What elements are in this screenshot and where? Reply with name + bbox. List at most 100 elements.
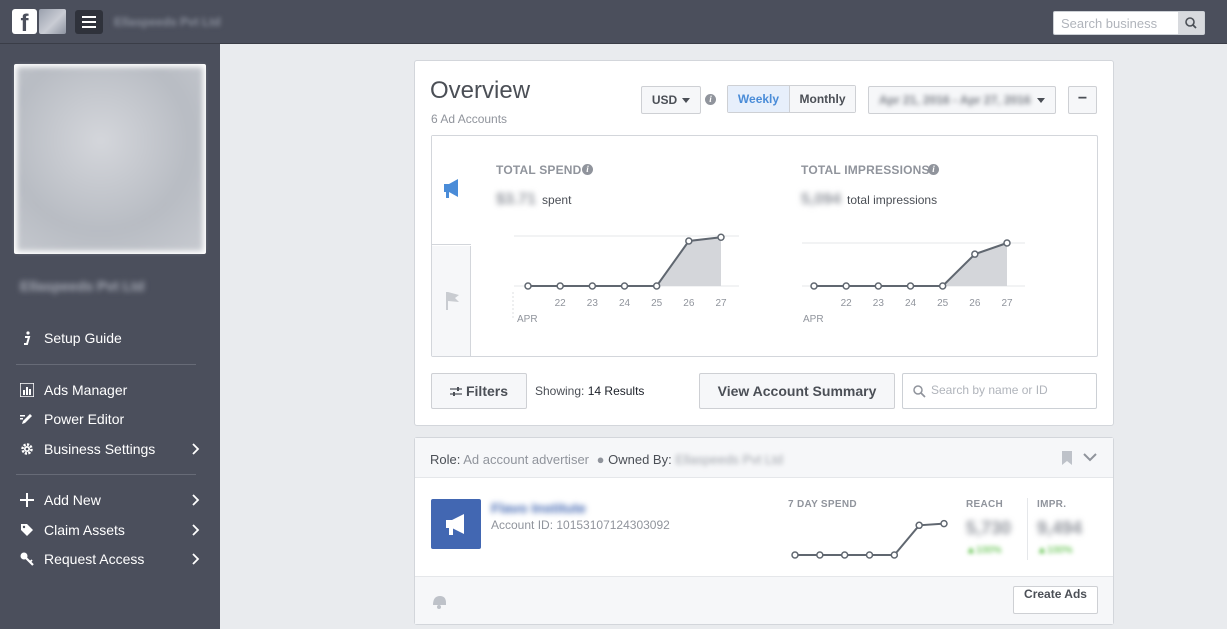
chevron-down-icon[interactable] [1083, 453, 1097, 463]
data-point [816, 551, 824, 559]
ad-account-name[interactable]: Flavo Institute [491, 500, 586, 516]
series-area [814, 243, 1007, 286]
chevron-right-icon [192, 553, 200, 565]
business-search [1053, 11, 1205, 35]
data-point [556, 282, 564, 290]
data-point [717, 233, 725, 241]
megaphone-icon [444, 179, 458, 198]
filters-button[interactable]: Filters [431, 373, 527, 409]
data-point [840, 551, 849, 559]
plus-icon [20, 493, 34, 507]
search-icon [913, 385, 926, 398]
sidebar-item-request-access[interactable]: Request Access [16, 547, 202, 571]
data-point [791, 551, 799, 559]
account-search [902, 373, 1097, 409]
sliders-icon [449, 387, 462, 397]
total-spend-value: $3.71 spent [496, 191, 572, 208]
data-point [971, 250, 979, 258]
sidebar-item-label: Ads Manager [44, 382, 128, 398]
role-info: Role: Ad account advertiser ● Owned By: … [430, 452, 784, 467]
role-value: Ad account advertiser [463, 452, 589, 467]
account-search-input[interactable] [931, 383, 1091, 397]
stats-panel: TOTAL SPEND i $3.71 spent TOTAL IMPRESSIO… [431, 135, 1098, 357]
stats-divider [1027, 498, 1028, 560]
sidebar-item-claim-assets[interactable]: Claim Assets [16, 518, 202, 542]
business-thumbnail[interactable] [39, 9, 66, 34]
data-point [940, 519, 948, 528]
tab-ads-stats[interactable] [432, 136, 471, 245]
data-point [938, 282, 947, 290]
sidebar-item-label: Business Settings [44, 441, 156, 457]
reach-label: REACH [966, 499, 1004, 510]
menu-icon-bar [82, 26, 96, 28]
info-icon[interactable]: i [705, 94, 716, 105]
bookmark-icon[interactable] [1061, 451, 1073, 466]
business-search-input[interactable] [1054, 12, 1178, 34]
currency-dropdown[interactable]: USD [641, 86, 701, 114]
x-tick-label: 23 [587, 298, 599, 309]
chevron-right-icon [192, 494, 200, 506]
data-point [1003, 239, 1011, 247]
date-range-dropdown[interactable]: Apr 21, 2016 - Apr 27, 2016 [868, 86, 1056, 114]
gear-icon [21, 443, 33, 455]
facebook-logo-icon[interactable]: f [12, 9, 37, 34]
data-point [874, 282, 883, 290]
chevron-right-icon [192, 524, 200, 536]
impressions-label: IMPR. [1037, 499, 1067, 510]
x-tick-label: 25 [937, 298, 949, 309]
seven-day-spend-chart [791, 519, 948, 559]
tag-icon [21, 524, 33, 536]
data-point [524, 282, 532, 290]
total-impressions-value: 5,094 total impressions [801, 191, 938, 208]
x-tick-label: 26 [683, 298, 695, 309]
sidebar-divider [16, 474, 196, 475]
business-name[interactable]: Ellaspeeds Pvt Ltd [114, 15, 221, 29]
total-spend-title: TOTAL SPEND [496, 163, 582, 177]
x-tick-label: 26 [969, 298, 981, 309]
data-point [906, 282, 915, 290]
data-point [915, 521, 923, 530]
sidebar-item-setup-guide[interactable]: Setup Guide [16, 326, 202, 350]
weekly-button[interactable]: Weekly [728, 86, 790, 112]
top-bar: f Ellaspeeds Pvt Ltd [0, 0, 1227, 44]
tab-pages-stats[interactable] [432, 246, 471, 356]
sidebar-item-add-new[interactable]: Add New [16, 488, 202, 512]
info-icon[interactable]: i [582, 164, 593, 175]
impressions-change: ▲100% [1037, 545, 1073, 556]
search-icon [1185, 17, 1197, 29]
sidebar-divider [16, 364, 196, 365]
x-tick-label: 27 [1001, 298, 1013, 309]
impressions-value: 9,494 [1037, 518, 1083, 538]
caret-down-icon [1037, 98, 1045, 103]
collapse-button[interactable]: − [1068, 86, 1097, 114]
month-label: APR [803, 314, 824, 325]
sidebar-item-label: Setup Guide [44, 330, 122, 346]
profile-name[interactable]: Ellaspeeds Pvt Ltd [20, 278, 144, 294]
total-spend-chart: 02222324252627APR [512, 233, 739, 325]
sidebar-item-business-settings[interactable]: Business Settings [16, 437, 202, 461]
ad-account-icon[interactable] [431, 499, 481, 549]
series-line [795, 522, 945, 556]
search-button[interactable] [1178, 12, 1204, 34]
caret-down-icon [682, 98, 691, 104]
ad-accounts-count: 6 Ad Accounts [431, 112, 508, 126]
ad-account-id: Account ID: 10153107124303092 [491, 518, 670, 532]
view-account-summary-button[interactable]: View Account Summary [699, 373, 895, 409]
create-ads-button[interactable]: Create Ads [1013, 586, 1098, 614]
bar-chart-icon [20, 383, 34, 397]
sidebar-item-label: Power Editor [44, 411, 125, 427]
period-toggle: Weekly Monthly [727, 85, 856, 113]
total-impressions-chart: 05,000222324252627APR [802, 239, 1025, 325]
notification-bell-icon[interactable] [430, 593, 448, 609]
sidebar-item-label: Add New [44, 492, 101, 508]
sidebar-item-power-editor[interactable]: Power Editor [16, 407, 202, 431]
monthly-button[interactable]: Monthly [790, 86, 855, 112]
reach-value: 5,730 [966, 518, 1012, 538]
info-icon[interactable]: i [928, 164, 939, 175]
business-profile-picture[interactable] [14, 64, 206, 254]
series-area [528, 237, 721, 286]
sidebar-item-ads-manager[interactable]: Ads Manager [16, 378, 202, 402]
data-point [865, 551, 874, 559]
menu-button[interactable] [75, 10, 103, 34]
x-tick-label: 25 [651, 298, 663, 309]
